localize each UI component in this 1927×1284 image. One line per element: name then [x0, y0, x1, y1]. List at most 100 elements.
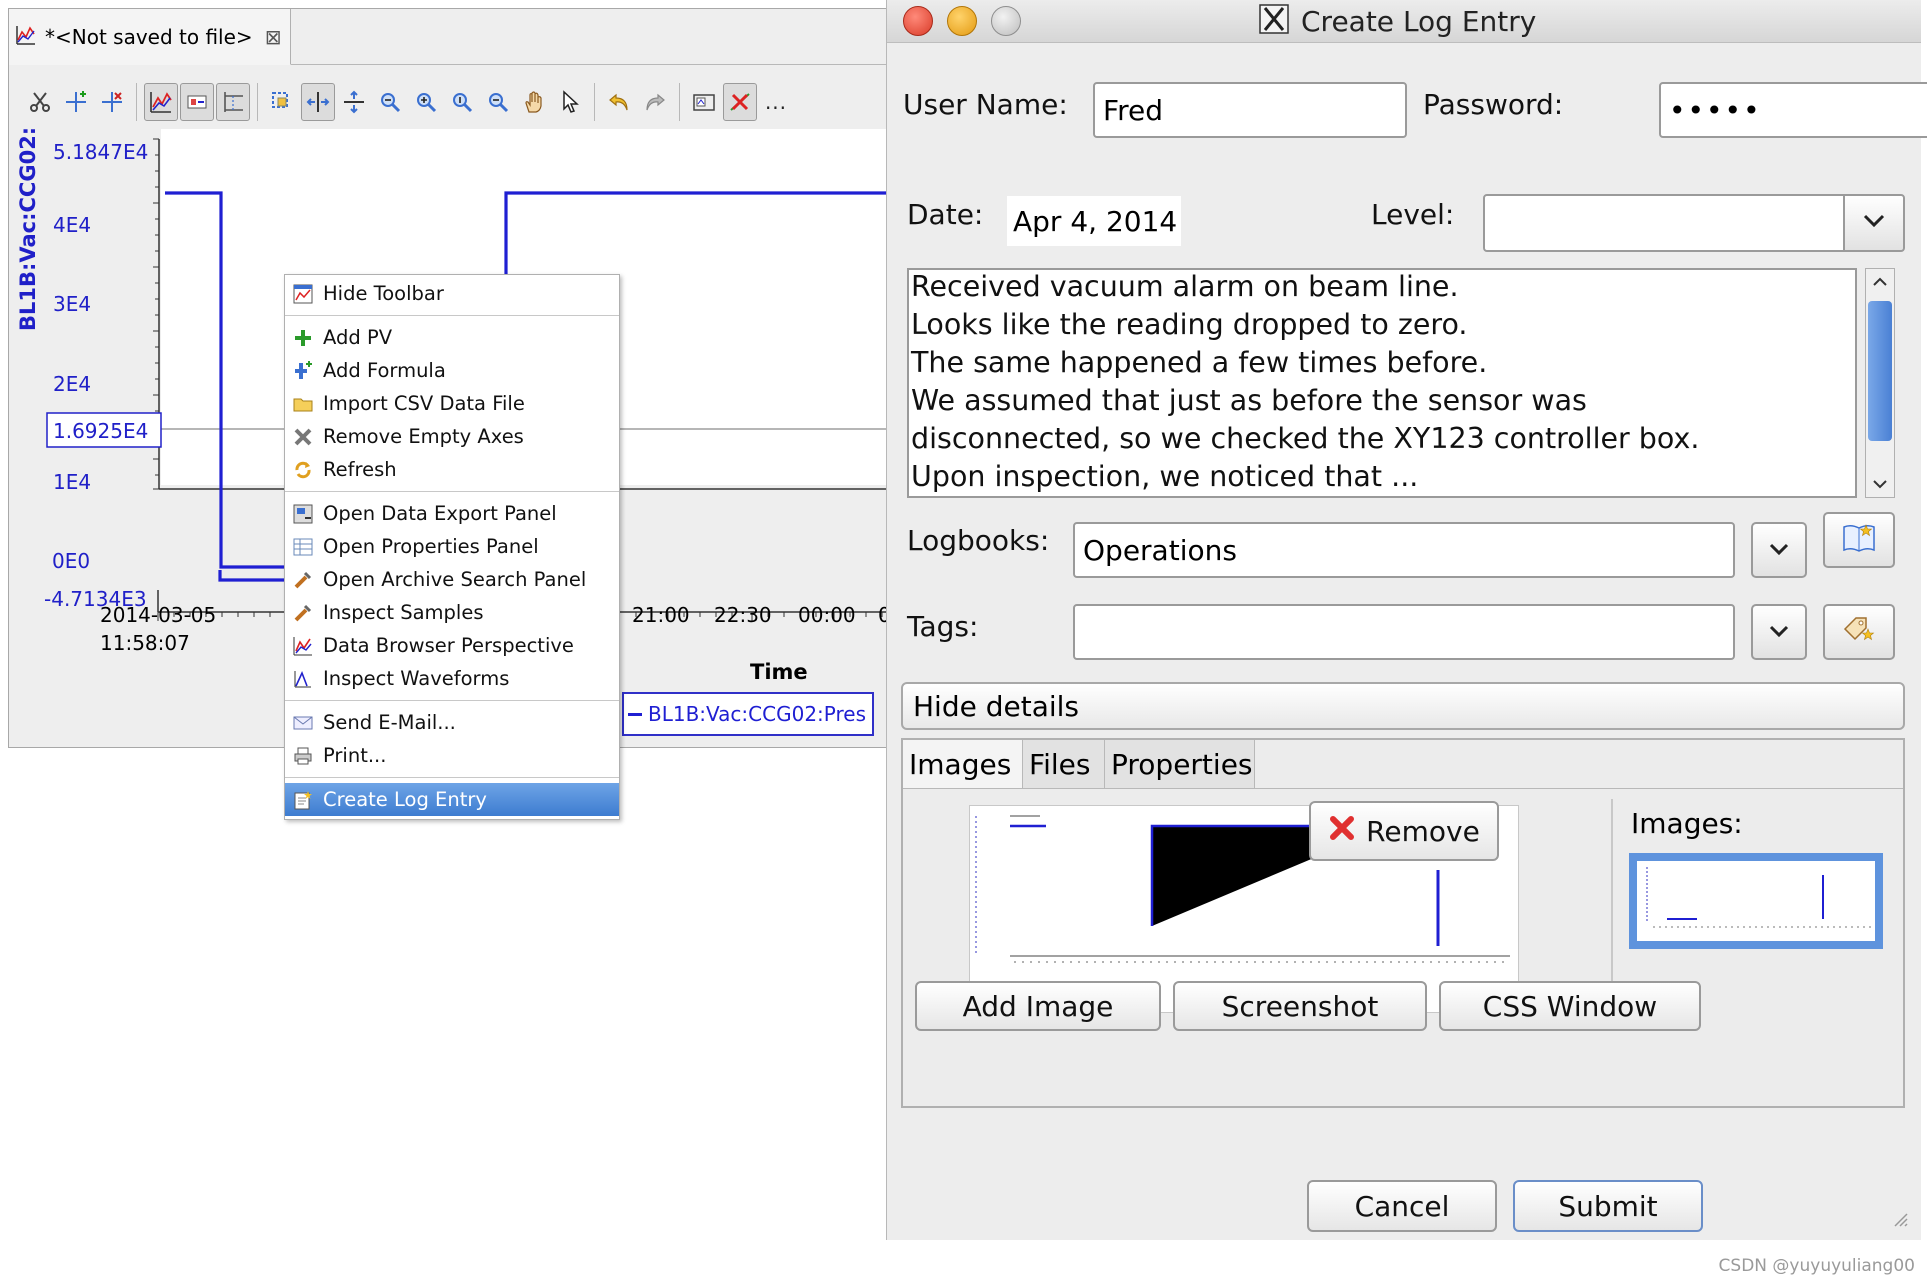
level-dropdown-button[interactable] — [1843, 194, 1905, 252]
tags-dropdown-button[interactable] — [1751, 604, 1807, 660]
menu-item-create-log-entry[interactable]: Create Log Entry — [285, 783, 619, 816]
toolbar-separator — [136, 83, 137, 121]
legend-icon[interactable] — [180, 83, 214, 121]
screenshot-button[interactable]: Screenshot — [1173, 981, 1427, 1031]
log-text-line: Upon inspection, we noticed that ... — [911, 460, 1419, 493]
grid-icon[interactable] — [216, 83, 250, 121]
menu-item-print[interactable]: Print... — [285, 739, 619, 772]
submit-button[interactable]: Submit — [1513, 1180, 1703, 1232]
password-label: Password: — [1423, 88, 1564, 121]
tab-files[interactable]: Files — [1023, 740, 1105, 788]
zoom-out-y-icon[interactable] — [481, 83, 515, 121]
undo-icon[interactable] — [602, 83, 636, 121]
chart-icon[interactable] — [144, 83, 178, 121]
legend[interactable]: BL1B:Vac:CCG02:Pres — [622, 692, 874, 736]
editor-tab[interactable]: *<Not saved to file> ⊠ — [9, 9, 291, 65]
menu-item-archive-search[interactable]: Open Archive Search Panel — [285, 563, 619, 596]
menu-item-add-formula[interactable]: Add Formula — [285, 354, 619, 387]
remove-label: Remove — [1366, 814, 1480, 848]
chart-icon — [291, 634, 315, 658]
zoom-x-icon[interactable] — [301, 83, 335, 121]
images-tab-content: Remove Images: Add Image Screenshot CSS … — [903, 788, 1903, 1109]
logbooks-field[interactable]: Operations — [1073, 522, 1735, 578]
toolbar-separator — [257, 83, 258, 121]
toolbar-separator — [679, 83, 680, 121]
menu-item-hide-toolbar[interactable]: Hide Toolbar — [285, 277, 619, 310]
password-field[interactable]: ••••• — [1659, 82, 1927, 138]
folder-icon — [291, 392, 315, 416]
chevron-down-icon[interactable] — [1866, 471, 1894, 497]
close-window-button[interactable] — [903, 6, 933, 36]
thumbnail-plot-image — [1646, 867, 1871, 928]
dialog-titlebar[interactable]: Create Log Entry — [887, 0, 1921, 43]
resize-grip-icon[interactable] — [1891, 1210, 1909, 1232]
pan-icon[interactable] — [517, 83, 551, 121]
menu-item-label: Data Browser Perspective — [323, 634, 574, 657]
edit-tags-button[interactable] — [1823, 604, 1895, 660]
properties-icon — [291, 535, 315, 559]
menu-item-inspect-samples[interactable]: Inspect Samples — [285, 596, 619, 629]
waveform-icon — [291, 667, 315, 691]
date-field[interactable]: Apr 4, 2014 — [1007, 196, 1181, 246]
details-tab-panel: Images Files Properties Remove Images: A… — [901, 738, 1905, 1108]
hide-details-button[interactable]: Hide details — [901, 682, 1905, 730]
menu-item-inspect-waveforms[interactable]: Inspect Waveforms — [285, 662, 619, 695]
tag-icon — [1842, 615, 1876, 649]
zoom-in-y-icon[interactable] — [445, 83, 479, 121]
menu-item-data-browser-perspective[interactable]: Data Browser Perspective — [285, 629, 619, 662]
zoom-box-icon[interactable] — [265, 83, 299, 121]
minimize-window-button[interactable] — [947, 6, 977, 36]
user-name-label: User Name: — [903, 88, 1068, 121]
log-text-area[interactable]: Received vacuum alarm on beam line. Look… — [907, 268, 1857, 498]
pointer-icon[interactable] — [553, 83, 587, 121]
maximize-window-button[interactable] — [991, 6, 1021, 36]
stop-icon[interactable] — [723, 83, 757, 121]
snapshot-icon[interactable] — [687, 83, 721, 121]
zoom-in-x-icon[interactable] — [373, 83, 407, 121]
redo-icon[interactable] — [638, 83, 672, 121]
cancel-button[interactable]: Cancel — [1307, 1180, 1497, 1232]
edit-logbooks-button[interactable] — [1823, 512, 1895, 568]
search-archive-icon — [291, 568, 315, 592]
remove-cursor-icon[interactable] — [95, 83, 129, 121]
css-window-button[interactable]: CSS Window — [1439, 981, 1701, 1031]
menu-item-refresh[interactable]: Refresh — [285, 453, 619, 486]
tags-field[interactable] — [1073, 604, 1735, 660]
print-icon — [291, 744, 315, 768]
add-cursor-icon[interactable] — [59, 83, 93, 121]
chevron-up-icon[interactable] — [1866, 269, 1894, 295]
zoom-y-icon[interactable] — [337, 83, 371, 121]
menu-item-label: Hide Toolbar — [323, 282, 444, 305]
zoom-out-x-icon[interactable] — [409, 83, 443, 121]
text-scrollbar[interactable] — [1865, 268, 1895, 498]
image-thumbnail[interactable] — [1629, 853, 1883, 949]
close-icon[interactable]: ⊠ — [265, 25, 282, 49]
context-menu: Hide Toolbar Add PV Add Formula Import C… — [284, 274, 620, 820]
level-select[interactable] — [1483, 194, 1845, 252]
add-image-button[interactable]: Add Image — [915, 981, 1161, 1031]
log-entry-icon — [291, 788, 315, 812]
menu-item-add-pv[interactable]: Add PV — [285, 321, 619, 354]
menu-item-remove-empty-axes[interactable]: Remove Empty Axes — [285, 420, 619, 453]
more-button[interactable]: ... — [759, 83, 793, 121]
chevron-down-icon — [1862, 213, 1886, 233]
menu-item-label: Remove Empty Axes — [323, 425, 524, 448]
menu-item-label: Add PV — [323, 326, 393, 349]
images-list-label: Images: — [1631, 807, 1743, 840]
tab-images[interactable]: Images — [903, 740, 1023, 788]
formula-icon — [291, 359, 315, 383]
menu-item-label: Create Log Entry — [323, 788, 487, 811]
log-text-line: The same happened a few times before. — [911, 346, 1488, 379]
scissors-icon[interactable] — [23, 83, 57, 121]
menu-item-properties[interactable]: Open Properties Panel — [285, 530, 619, 563]
logbooks-dropdown-button[interactable] — [1751, 522, 1807, 578]
scroll-thumb[interactable] — [1868, 301, 1892, 441]
legend-swatch — [628, 712, 642, 716]
menu-item-import-csv[interactable]: Import CSV Data File — [285, 387, 619, 420]
remove-image-button[interactable]: Remove — [1309, 801, 1499, 861]
user-name-field[interactable]: Fred — [1093, 82, 1407, 138]
menu-item-send-email[interactable]: Send E-Mail... — [285, 706, 619, 739]
toolbar-separator — [594, 83, 595, 121]
menu-item-data-export[interactable]: Open Data Export Panel — [285, 497, 619, 530]
tab-properties[interactable]: Properties — [1105, 740, 1255, 788]
